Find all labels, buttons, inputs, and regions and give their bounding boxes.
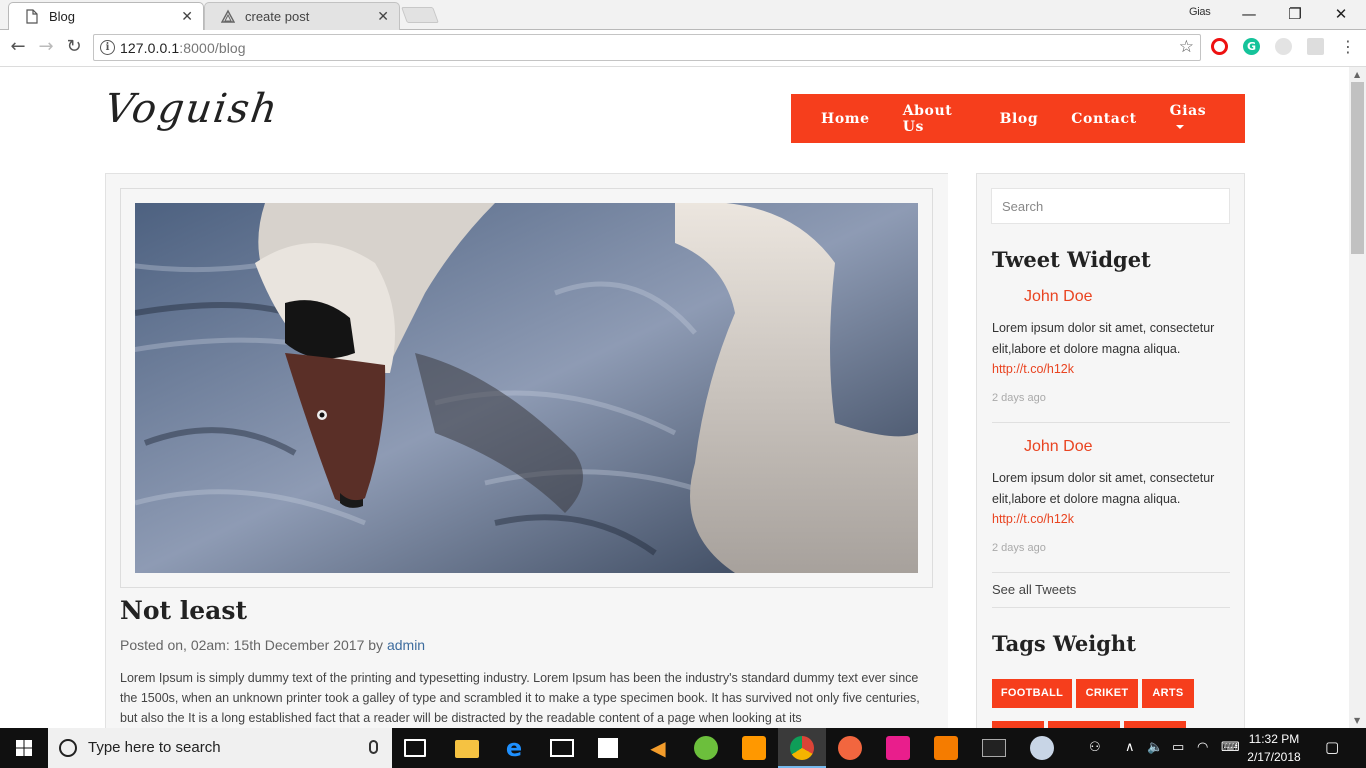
- tab-title: Blog: [49, 9, 76, 24]
- tag-arts[interactable]: ARTS: [1142, 679, 1194, 708]
- windows-taskbar: Type here to search e ◀ ⚇ ∧ 🔈 ▭ ◠ ⌨ 11:3…: [0, 728, 1366, 768]
- triangle-logo-icon: [221, 9, 235, 23]
- site-logo[interactable]: Voguish: [102, 86, 282, 132]
- keyboard-icon[interactable]: ⌨: [1221, 740, 1240, 755]
- tweet-link[interactable]: http://t.co/h12k: [992, 512, 1074, 526]
- taskbar-search[interactable]: Type here to search: [48, 728, 392, 768]
- browser-toolbar: ← → ↻ i 127.0.0.1:8000/blog ☆ G ⋮: [0, 30, 1366, 67]
- caret-down-icon: [1175, 124, 1184, 129]
- scroll-down-icon[interactable]: ▼: [1354, 716, 1360, 725]
- scroll-up-icon[interactable]: ▲: [1354, 70, 1360, 79]
- opera-extension-icon[interactable]: [1211, 38, 1228, 55]
- store-icon[interactable]: [598, 738, 618, 758]
- see-all-tweets-link[interactable]: See all Tweets: [992, 582, 1076, 597]
- tweet-link[interactable]: http://t.co/h12k: [992, 362, 1074, 376]
- tab-blog[interactable]: Blog ✕: [8, 2, 204, 30]
- post-excerpt: Lorem Ipsum is simply dummy text of the …: [120, 671, 920, 725]
- page-scrollbar[interactable]: ▲ ▼: [1349, 67, 1366, 728]
- tweet-text: Lorem ipsum dolor sit amet, consectetur …: [992, 471, 1215, 506]
- tab-strip: Blog ✕ create post ✕ Gias — ❐ ✕: [0, 0, 1366, 30]
- tag-criket[interactable]: CRIKET: [1076, 679, 1138, 708]
- nav-about[interactable]: About Us: [903, 103, 967, 135]
- tweet-widget-title: Tweet Widget: [992, 247, 1151, 272]
- menu-icon[interactable]: ⋮: [1336, 36, 1360, 60]
- tweet-time: 2 days ago: [992, 392, 1046, 404]
- show-hidden-icons[interactable]: ∧: [1125, 740, 1135, 755]
- search-input[interactable]: [991, 188, 1230, 224]
- bookmark-star-icon[interactable]: ☆: [1179, 37, 1194, 57]
- windows-logo-icon: [16, 740, 32, 756]
- people-icon[interactable]: ⚇: [1089, 740, 1101, 755]
- edge-icon[interactable]: e: [502, 736, 526, 760]
- divider: [992, 572, 1230, 573]
- extension-icon[interactable]: [1275, 38, 1292, 55]
- forward-arrow-icon[interactable]: →: [34, 36, 58, 60]
- nav-home[interactable]: Home: [821, 111, 870, 127]
- minimize-button[interactable]: —: [1226, 0, 1272, 30]
- battery-icon[interactable]: ▭: [1172, 740, 1184, 755]
- paint-icon[interactable]: [1030, 736, 1054, 760]
- tag-football[interactable]: FOOTBALL: [992, 679, 1072, 708]
- tweet-author[interactable]: John Doe: [1024, 438, 1093, 456]
- speaker-app-icon[interactable]: ◀: [646, 736, 670, 760]
- chrome-icon[interactable]: [790, 736, 814, 760]
- tweet-author[interactable]: John Doe: [1024, 288, 1093, 306]
- tags-title: Tags Weight: [992, 631, 1136, 656]
- cortana-icon: [59, 739, 77, 757]
- close-window-button[interactable]: ✕: [1318, 0, 1364, 30]
- restore-button[interactable]: ❐: [1272, 0, 1318, 30]
- nav-contact[interactable]: Contact: [1071, 111, 1136, 127]
- site-info-icon[interactable]: i: [100, 40, 115, 55]
- tweet-text: Lorem ipsum dolor sit amet, consectetur …: [992, 321, 1215, 356]
- postman-icon[interactable]: [838, 736, 862, 760]
- grammarly-extension-icon[interactable]: G: [1243, 38, 1260, 55]
- back-arrow-icon[interactable]: ←: [6, 36, 30, 60]
- wifi-icon[interactable]: ◠: [1197, 740, 1208, 755]
- tweet-time: 2 days ago: [992, 542, 1046, 554]
- tab-title: create post: [245, 9, 310, 24]
- sublime-text-icon[interactable]: [742, 736, 766, 760]
- pdf-extension-icon[interactable]: [1307, 38, 1324, 55]
- scrollbar-thumb[interactable]: [1351, 82, 1364, 254]
- nav-user-dropdown[interactable]: Gias: [1170, 103, 1212, 135]
- page-icon: [26, 9, 38, 24]
- volume-icon[interactable]: 🔈: [1147, 740, 1163, 755]
- nav-blog[interactable]: Blog: [1000, 111, 1039, 127]
- new-tab-button[interactable]: [401, 7, 439, 23]
- divider: [992, 422, 1230, 423]
- xampp-icon[interactable]: [934, 736, 958, 760]
- close-tab-icon[interactable]: ✕: [377, 3, 389, 30]
- file-explorer-icon[interactable]: [455, 740, 479, 758]
- wampserver-icon[interactable]: [886, 736, 910, 760]
- close-tab-icon[interactable]: ✕: [181, 3, 193, 30]
- task-view-icon[interactable]: [404, 739, 426, 757]
- reload-icon[interactable]: ↻: [62, 36, 86, 60]
- mail-icon[interactable]: [550, 739, 574, 757]
- post-image[interactable]: [135, 203, 918, 573]
- address-bar[interactable]: i 127.0.0.1:8000/blog ☆: [93, 34, 1201, 61]
- main-nav: Home About Us Blog Contact Gias: [791, 94, 1245, 143]
- tab-create-post[interactable]: create post ✕: [204, 2, 400, 30]
- author-link[interactable]: admin: [387, 637, 425, 653]
- utorrent-icon[interactable]: [694, 736, 718, 760]
- start-button[interactable]: [0, 728, 48, 768]
- notifications-icon[interactable]: ▢: [1325, 738, 1339, 756]
- taskbar-clock[interactable]: 11:32 PM 2/17/2018: [1245, 730, 1303, 766]
- post-title[interactable]: Not least: [120, 596, 247, 625]
- post-meta: Posted on, 02am: 15th December 2017 by a…: [120, 637, 426, 653]
- url-text[interactable]: 127.0.0.1:8000/blog: [120, 40, 246, 56]
- profile-name[interactable]: Gias: [1189, 6, 1211, 18]
- microphone-icon[interactable]: [369, 740, 378, 754]
- terminal-icon[interactable]: [982, 739, 1006, 757]
- divider: [992, 607, 1230, 608]
- swan-photo: [135, 203, 918, 573]
